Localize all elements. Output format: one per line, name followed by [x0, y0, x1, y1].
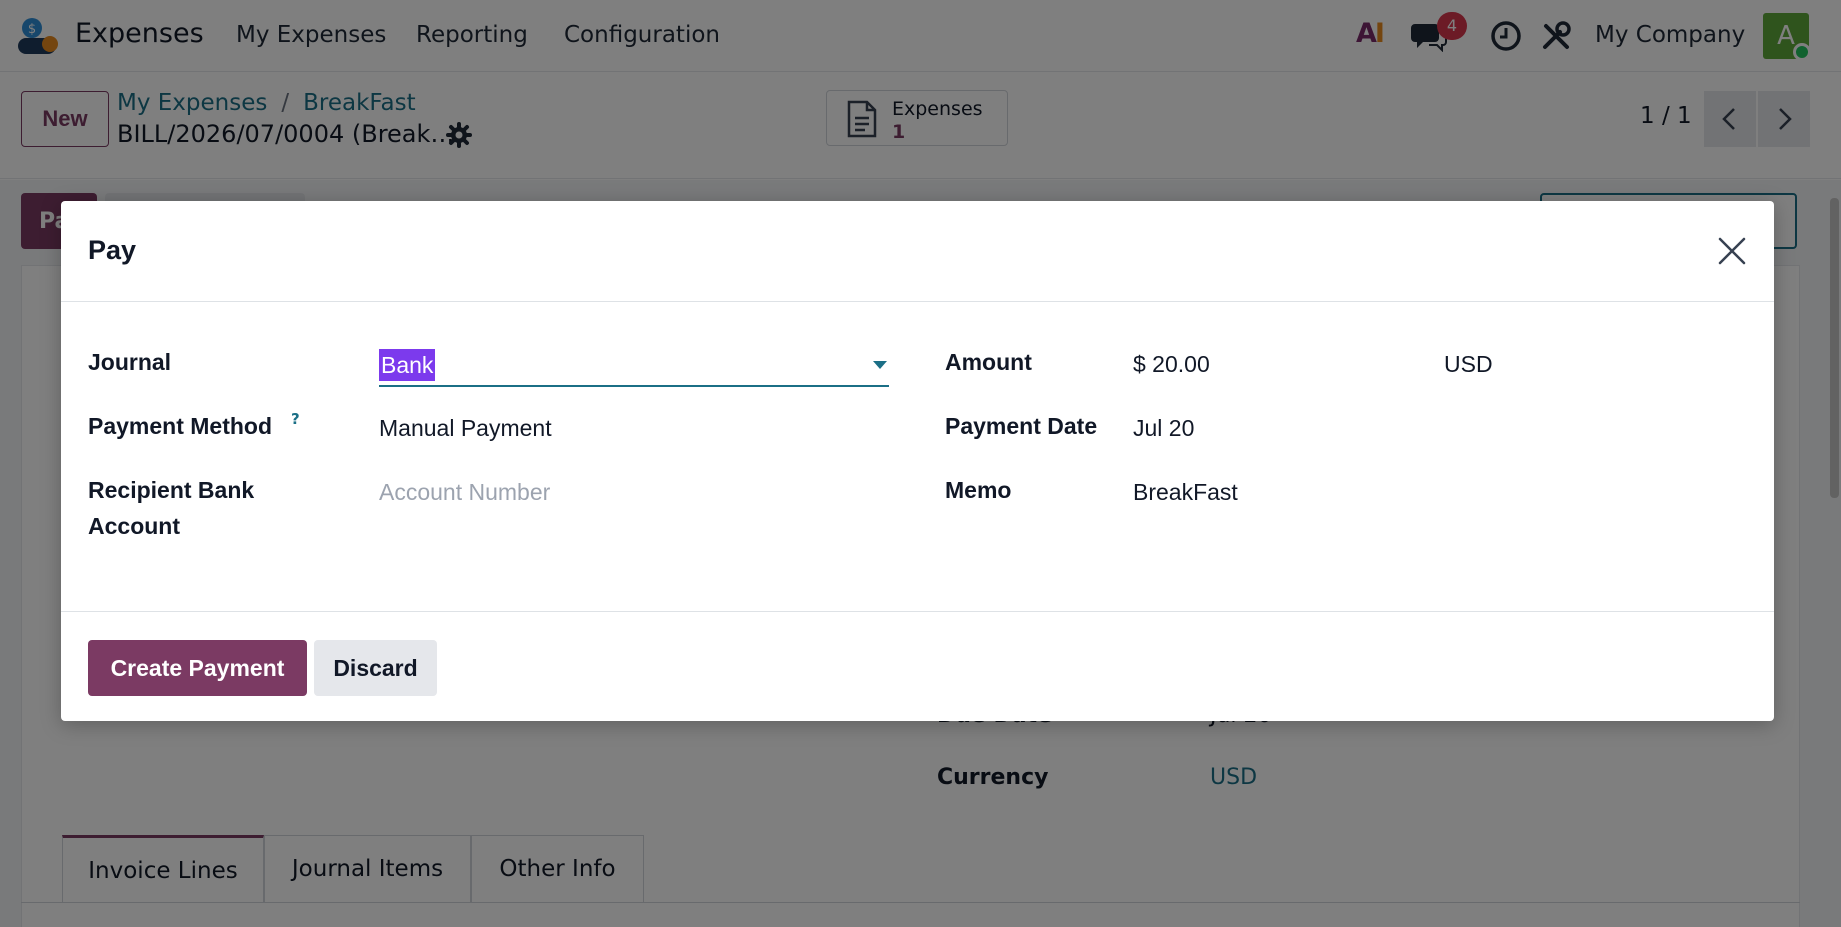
amount-currency-select[interactable]: USD — [1444, 351, 1493, 378]
dialog-footer: Create Payment Discard — [61, 611, 1774, 721]
close-icon[interactable] — [1715, 234, 1749, 268]
memo-label: Memo — [945, 477, 1012, 503]
payment-method-field[interactable]: Manual Payment — [379, 415, 552, 442]
create-payment-button[interactable]: Create Payment — [88, 640, 307, 696]
memo-input[interactable]: BreakFast — [1133, 479, 1238, 506]
pay-dialog: Pay Journal Bank Payment Method ? Manual… — [61, 201, 1774, 721]
amount-input[interactable]: $ 20.00 — [1133, 351, 1210, 378]
dialog-body: Journal Bank Payment Method ? Manual Pay… — [61, 302, 1774, 612]
dropdown-caret-icon[interactable] — [873, 361, 887, 369]
recipient-bank-label-line1: Recipient Bank — [88, 477, 255, 503]
dialog-header: Pay — [61, 201, 1774, 302]
payment-date-input[interactable]: Jul 20 — [1133, 415, 1194, 442]
journal-value[interactable]: Bank — [379, 349, 436, 381]
dialog-title: Pay — [88, 235, 137, 265]
payment-date-label: Payment Date — [945, 413, 1098, 439]
journal-select[interactable]: Bank — [379, 347, 889, 387]
payment-method-label: Payment Method — [88, 413, 273, 439]
amount-label: Amount — [945, 349, 1032, 375]
recipient-bank-label-line2: Account — [88, 513, 180, 539]
journal-label: Journal — [88, 349, 172, 375]
help-tooltip-icon[interactable]: ? — [291, 410, 300, 428]
recipient-bank-account-input[interactable]: Account Number — [379, 479, 550, 506]
discard-button[interactable]: Discard — [314, 640, 437, 696]
